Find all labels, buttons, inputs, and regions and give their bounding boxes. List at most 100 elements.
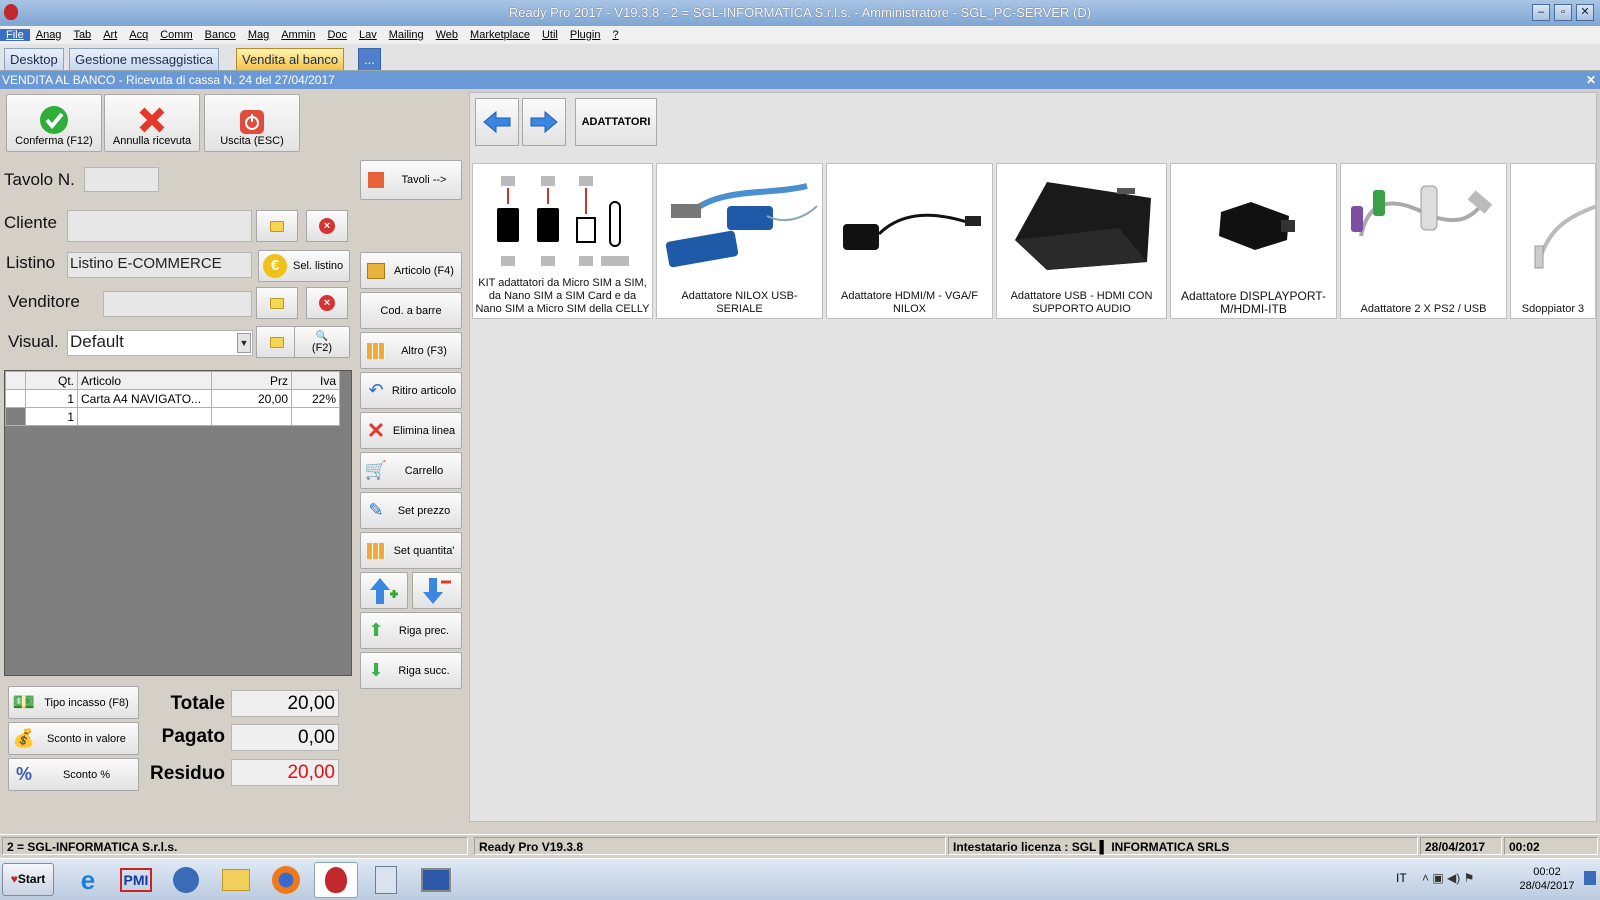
- tab-more[interactable]: ...: [358, 48, 381, 70]
- menu-marketplace[interactable]: Marketplace: [464, 29, 536, 41]
- menu-mag[interactable]: Mag: [242, 29, 275, 41]
- cell-iva[interactable]: [291, 407, 340, 426]
- menu-web[interactable]: Web: [430, 29, 464, 41]
- catalog-back-button[interactable]: [475, 98, 519, 146]
- cell-prezzo[interactable]: 20,00: [211, 389, 292, 408]
- product-card[interactable]: KIT adattatori da Micro SIM a SIM, da Na…: [472, 163, 653, 319]
- cell-articolo[interactable]: [77, 407, 212, 426]
- document-close-icon[interactable]: ✕: [1586, 71, 1596, 89]
- cell-qty[interactable]: 1: [25, 389, 78, 408]
- cell-qty[interactable]: 1: [25, 407, 78, 426]
- thunderbird-icon[interactable]: [164, 862, 208, 898]
- cliente-clear-button[interactable]: ×: [306, 210, 348, 242]
- column-header-prezzo[interactable]: Prz: [211, 371, 292, 390]
- column-header-articolo[interactable]: Articolo: [77, 371, 212, 390]
- show-desktop-icon[interactable]: [1584, 871, 1596, 885]
- row-selector[interactable]: [5, 389, 26, 408]
- product-card[interactable]: Adattatore NILOX USB-SERIALE: [656, 163, 823, 319]
- visual-select[interactable]: Default ▼: [67, 330, 253, 356]
- arrow-right-icon: [530, 110, 558, 134]
- menu-mailing[interactable]: Mailing: [383, 29, 430, 41]
- menu-tab[interactable]: Tab: [67, 29, 97, 41]
- menu-file[interactable]: File: [0, 29, 30, 41]
- qty-decrease-button[interactable]: [412, 572, 462, 609]
- menu-plugin[interactable]: Plugin: [564, 29, 607, 41]
- tavolo-input[interactable]: [84, 167, 159, 192]
- tab-desktop[interactable]: Desktop: [4, 48, 64, 70]
- exit-button[interactable]: Uscita (ESC): [204, 94, 300, 152]
- table-row[interactable]: 1 Carta A4 NAVIGATO... 20,00 22%: [5, 389, 340, 408]
- explorer-folder-icon[interactable]: [214, 862, 258, 898]
- product-card[interactable]: Sdoppiator 3: [1510, 163, 1596, 319]
- tray-icons[interactable]: ˄ ▣ ◀) ⚑: [1422, 871, 1474, 885]
- cell-articolo[interactable]: Carta A4 NAVIGATO...: [77, 389, 212, 408]
- sconto-valore-button[interactable]: 💰 Sconto in valore: [8, 722, 139, 755]
- menu-anag[interactable]: Anag: [30, 29, 68, 41]
- clock[interactable]: 00:02 28/04/2017: [1512, 865, 1582, 893]
- elimina-button[interactable]: ✕ Elimina linea: [360, 412, 462, 449]
- sconto-perc-button[interactable]: % Sconto %: [8, 758, 139, 791]
- ritiro-button[interactable]: ↶ Ritiro articolo: [360, 372, 462, 409]
- tavoli-button[interactable]: Tavoli -->: [360, 160, 462, 200]
- venditore-browse-button[interactable]: [256, 287, 298, 319]
- menu-ammin[interactable]: Ammin: [275, 29, 321, 41]
- barcode-button[interactable]: Cod. a barre: [360, 292, 462, 329]
- menu-help[interactable]: ?: [606, 29, 624, 41]
- row-selector[interactable]: [5, 407, 26, 426]
- cliente-browse-button[interactable]: [256, 210, 298, 242]
- menu-util[interactable]: Util: [536, 29, 564, 41]
- category-adattatori-button[interactable]: ADATTATORI: [575, 98, 657, 146]
- tab-vendita-banco[interactable]: Vendita al banco: [236, 48, 345, 70]
- product-card[interactable]: Adattatore 2 X PS2 / USB: [1340, 163, 1507, 319]
- venditore-input[interactable]: [103, 291, 252, 317]
- menu-banco[interactable]: Banco: [199, 29, 242, 41]
- language-indicator[interactable]: IT: [1396, 871, 1407, 885]
- menu-doc[interactable]: Doc: [321, 29, 353, 41]
- ready-pro-icon[interactable]: [314, 862, 358, 898]
- product-card[interactable]: Adattatore HDMI/M - VGA/F NILOX: [826, 163, 993, 319]
- restore-button[interactable]: ▫: [1554, 4, 1572, 21]
- menu-comm[interactable]: Comm: [154, 29, 198, 41]
- chevron-down-icon[interactable]: ▼: [237, 333, 251, 353]
- product-card[interactable]: Adattatore DISPLAYPORT-M/HDMI-ITB: [1170, 163, 1337, 319]
- remote-desktop-icon[interactable]: [414, 862, 458, 898]
- product-card[interactable]: Adattatore USB - HDMI CON SUPPORTO AUDIO: [996, 163, 1167, 319]
- cancel-receipt-button[interactable]: Annulla ricevuta: [104, 94, 200, 152]
- qty-increase-button[interactable]: [360, 572, 408, 609]
- ie-icon[interactable]: e: [66, 862, 110, 898]
- close-button[interactable]: ✕: [1576, 4, 1594, 21]
- app-icon: [4, 4, 18, 20]
- menu-acq[interactable]: Acq: [123, 29, 154, 41]
- set-prezzo-button[interactable]: ✎ Set prezzo: [360, 492, 462, 529]
- venditore-clear-button[interactable]: ×: [306, 287, 348, 319]
- pmi-icon[interactable]: PMI: [114, 862, 158, 898]
- articolo-button[interactable]: Articolo (F4): [360, 252, 462, 289]
- altro-button[interactable]: Altro (F3): [360, 332, 462, 369]
- riga-prec-button[interactable]: ⬆ Riga prec.: [360, 612, 462, 649]
- menu-art[interactable]: Art: [97, 29, 123, 41]
- column-header-iva[interactable]: Iva: [291, 371, 340, 390]
- riga-succ-button[interactable]: ⬇ Riga succ.: [360, 652, 462, 689]
- catalog-forward-button[interactable]: [522, 98, 566, 146]
- table-row[interactable]: 1: [5, 407, 340, 426]
- set-quantita-button[interactable]: Set quantita': [360, 532, 462, 569]
- pagato-value[interactable]: 0,00: [231, 724, 339, 751]
- visual-browse-button[interactable]: [256, 326, 298, 358]
- firefox-icon[interactable]: [264, 862, 308, 898]
- residuo-label: Residuo: [150, 763, 225, 784]
- listino-input[interactable]: Listino E-COMMERCE: [67, 252, 252, 278]
- f2-button[interactable]: 🔍 (F2): [294, 326, 350, 358]
- tipo-incasso-button[interactable]: 💵 Tipo incasso (F8): [8, 686, 139, 719]
- calculator-icon[interactable]: [364, 862, 408, 898]
- cell-prezzo[interactable]: [211, 407, 292, 426]
- menu-lav[interactable]: Lav: [353, 29, 383, 41]
- confirm-button[interactable]: Conferma (F12): [6, 94, 102, 152]
- column-header-qty[interactable]: Qt.: [25, 371, 78, 390]
- sel-listino-button[interactable]: € Sel. listino: [258, 250, 350, 282]
- carrello-button[interactable]: 🛒 Carrello: [360, 452, 462, 489]
- minimize-button[interactable]: –: [1532, 4, 1550, 21]
- tab-messaggistica[interactable]: Gestione messaggistica: [69, 48, 220, 70]
- cliente-input[interactable]: [67, 210, 252, 242]
- start-button[interactable]: ♥Start: [2, 863, 54, 896]
- cell-iva[interactable]: 22%: [291, 389, 340, 408]
